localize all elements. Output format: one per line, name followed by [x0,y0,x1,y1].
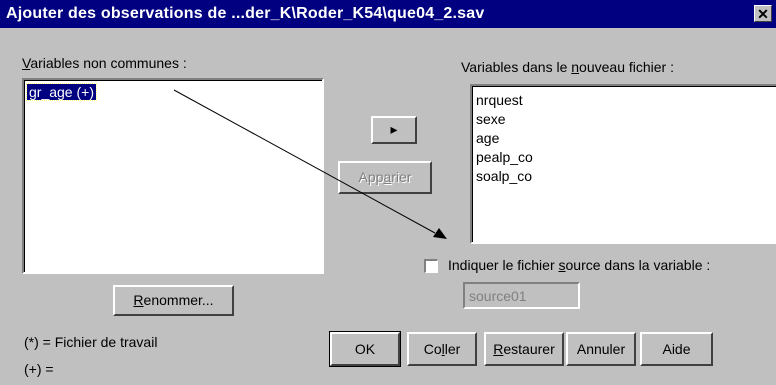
plus-legend: (+) = [24,361,54,377]
paste-button-label: Coller [423,341,461,357]
source-variable-value: source01 [469,288,527,304]
restore-button-label: Restaurer [493,341,555,357]
cancel-button-label: Annuler [576,341,626,357]
paste-button[interactable]: Coller [407,332,477,366]
help-button-label: Aide [662,341,691,357]
source-checkbox-label: Indiquer le fichier source dans la varia… [448,257,711,273]
rename-button[interactable]: Renommer... [113,285,234,316]
help-button[interactable]: Aide [640,332,713,366]
working-file-legend: (*) = Fichier de travail [24,334,158,350]
source-checkbox[interactable] [424,259,438,273]
cancel-button[interactable]: Annuler [566,332,636,366]
source-variable-field[interactable]: source01 [463,282,580,309]
ok-button[interactable]: OK [329,331,401,367]
restore-button[interactable]: Restaurer [484,332,564,366]
drag-arrow [173,89,447,239]
ok-button-label: OK [354,341,376,357]
rename-button-label: Renommer... [133,292,214,308]
